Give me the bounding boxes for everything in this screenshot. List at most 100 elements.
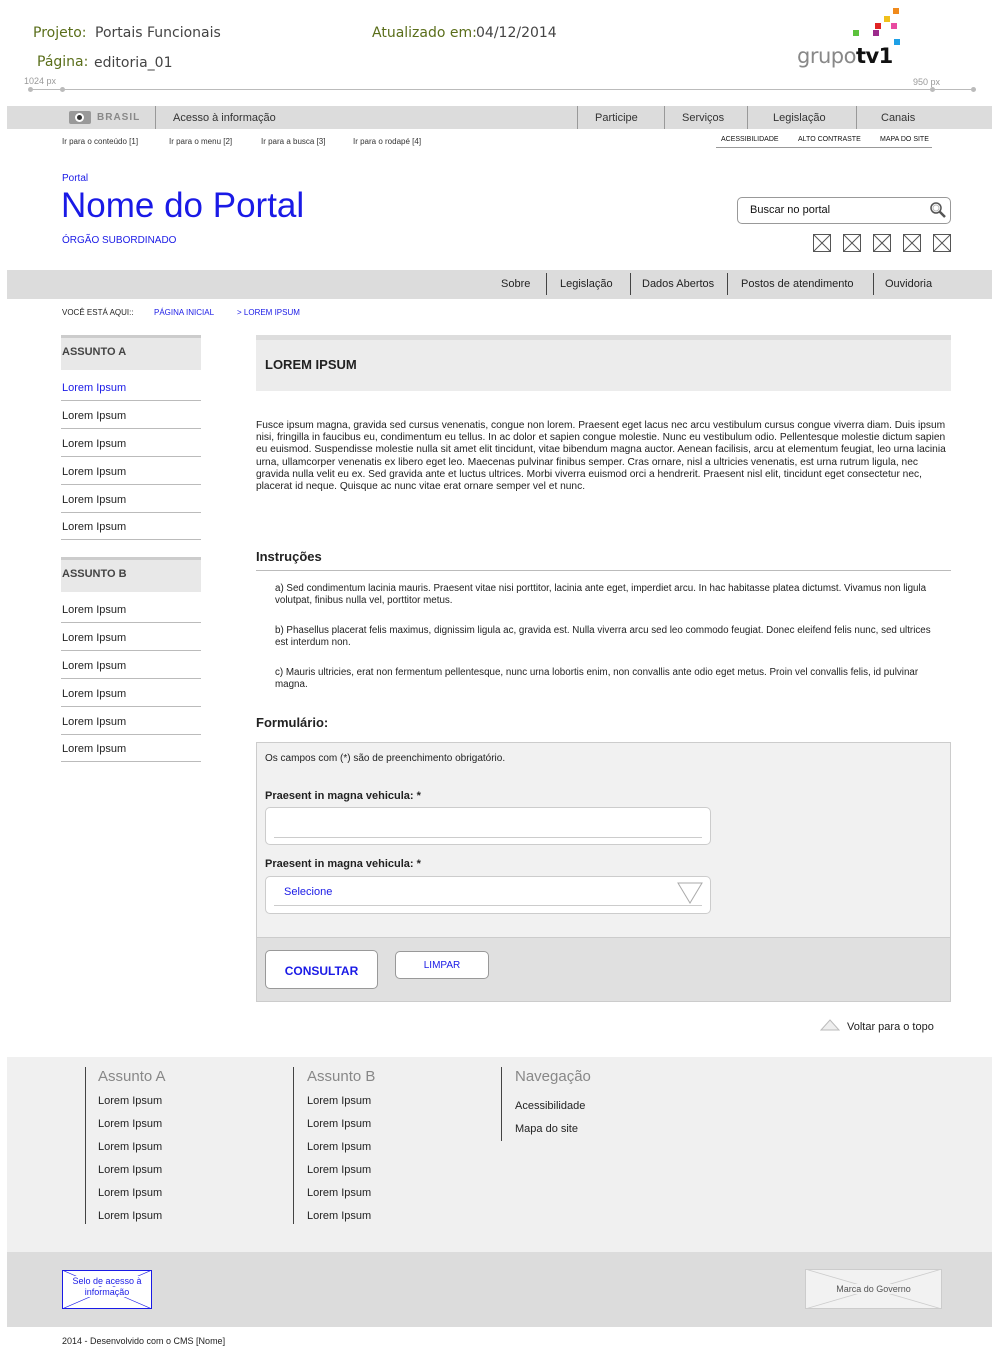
- content-paragraph: Fusce ipsum magna, gravida sed cursus ve…: [256, 420, 946, 493]
- ruler: [30, 89, 976, 90]
- skip-to-search[interactable]: Ir para a busca [3]: [261, 137, 325, 146]
- field-underline: [274, 837, 702, 838]
- triangle-up-icon[interactable]: [820, 1019, 840, 1031]
- footer-link[interactable]: Lorem Ipsum: [307, 1210, 371, 1222]
- sidebar-item[interactable]: Lorem Ipsum: [62, 632, 126, 644]
- menu-item-sobre[interactable]: Sobre: [501, 278, 530, 290]
- divider: [856, 106, 857, 129]
- sidebar-item[interactable]: Lorem Ipsum: [62, 521, 126, 533]
- footer-link-accessibility[interactable]: Acessibilidade: [515, 1100, 585, 1112]
- menu-item-dados-abertos[interactable]: Dados Abertos: [642, 278, 714, 290]
- updated-label: Atualizado em:: [372, 25, 477, 41]
- brasil-flag-icon: [69, 111, 91, 124]
- footer-link-sitemap[interactable]: Mapa do site: [515, 1123, 578, 1135]
- sidebar-item[interactable]: Lorem Ipsum: [62, 716, 126, 728]
- social-icon[interactable]: [843, 234, 861, 252]
- divider: [61, 622, 201, 623]
- divider: [61, 400, 201, 401]
- content-header: [256, 335, 951, 391]
- portal-label: Portal: [62, 173, 89, 184]
- social-icon[interactable]: [873, 234, 891, 252]
- footer-link[interactable]: Lorem Ipsum: [98, 1141, 162, 1153]
- portal-subtitle: ÓRGÃO SUBORDINADO: [62, 235, 177, 246]
- menu-item-legislacao[interactable]: Legislação: [560, 278, 613, 290]
- sidebar-item[interactable]: Lorem Ipsum: [62, 660, 126, 672]
- sidebar-item[interactable]: Lorem Ipsum: [62, 466, 126, 478]
- breadcrumb-home[interactable]: PÁGINA INICIAL: [154, 308, 214, 317]
- project-name: Portais Funcionais: [95, 25, 221, 41]
- divider: [630, 273, 631, 295]
- skip-to-content[interactable]: Ir para o conteúdo [1]: [62, 137, 138, 146]
- divider: [664, 106, 665, 129]
- footer-link[interactable]: Lorem Ipsum: [307, 1187, 371, 1199]
- sitemap-link[interactable]: MAPA DO SITE: [880, 136, 929, 143]
- divider: [61, 484, 201, 485]
- menu-item-ouvidoria[interactable]: Ouvidoria: [885, 278, 932, 290]
- ruler-dot: [28, 87, 33, 92]
- sidebar-item[interactable]: Lorem Ipsum: [62, 494, 126, 506]
- field2-label: Praesent in magna vehicula: *: [265, 858, 421, 870]
- footer-link[interactable]: Lorem Ipsum: [307, 1141, 371, 1153]
- gov-nav-canais[interactable]: Canais: [881, 112, 915, 124]
- divider: [747, 106, 748, 129]
- footer-link[interactable]: Lorem Ipsum: [98, 1210, 162, 1222]
- footer-link[interactable]: Lorem Ipsum: [98, 1187, 162, 1199]
- divider: [61, 539, 201, 540]
- gov-nav-servicos[interactable]: Serviços: [682, 112, 724, 124]
- divider: [155, 106, 156, 129]
- ruler-dot: [971, 87, 976, 92]
- sidebar-item[interactable]: Lorem Ipsum: [62, 438, 126, 450]
- form-title: Formulário:: [256, 715, 329, 730]
- gov-nav-participe[interactable]: Participe: [595, 112, 638, 124]
- divider: [256, 570, 951, 571]
- divider: [293, 1067, 294, 1224]
- government-mark-label: Marca do Governo: [805, 1284, 942, 1294]
- submit-button[interactable]: CONSULTAR: [265, 950, 378, 989]
- social-icon[interactable]: [933, 234, 951, 252]
- footer-col-a-title: Assunto A: [98, 1068, 166, 1085]
- divider: [501, 1067, 502, 1141]
- breadcrumb-current: > LOREM IPSUM: [237, 308, 300, 317]
- clear-button[interactable]: LIMPAR: [395, 951, 489, 979]
- chevron-down-icon[interactable]: [677, 882, 703, 904]
- sidebar-item[interactable]: Lorem Ipsum: [62, 743, 126, 755]
- footer-link[interactable]: Lorem Ipsum: [307, 1118, 371, 1130]
- skip-to-menu[interactable]: Ir para o menu [2]: [169, 137, 232, 146]
- footer-link[interactable]: Lorem Ipsum: [307, 1164, 371, 1176]
- ruler-dot: [930, 87, 935, 92]
- sidebar-section-a-title: ASSUNTO A: [62, 346, 127, 358]
- gov-nav-legislacao[interactable]: Legislação: [773, 112, 826, 124]
- footer-link[interactable]: Lorem Ipsum: [98, 1164, 162, 1176]
- sidebar-item[interactable]: Lorem Ipsum: [62, 688, 126, 700]
- sidebar-item[interactable]: Lorem Ipsum: [62, 410, 126, 422]
- skip-to-footer[interactable]: Ir para o rodapé [4]: [353, 137, 421, 146]
- menu-item-postos[interactable]: Postos de atendimento: [741, 278, 854, 290]
- divider: [873, 273, 874, 295]
- brasil-link[interactable]: BRASIL: [69, 106, 155, 129]
- ruler-right-label: 950 px: [913, 77, 941, 87]
- high-contrast-link[interactable]: ALTO CONTRASTE: [798, 136, 861, 143]
- text-field[interactable]: [265, 807, 711, 845]
- search-icon[interactable]: [929, 201, 947, 219]
- instruction-item: b) Phasellus placerat felis maximus, dig…: [275, 625, 931, 648]
- back-to-top-link[interactable]: Voltar para o topo: [847, 1021, 934, 1033]
- instruction-item: c) Mauris ultricies, erat non fermentum …: [275, 667, 919, 690]
- copyright: 2014 - Desenvolvido com o CMS [Nome]: [62, 1336, 226, 1346]
- ruler-left-label: 1024 px: [24, 76, 57, 86]
- social-icon[interactable]: [903, 234, 921, 252]
- sidebar-item[interactable]: Lorem Ipsum: [62, 604, 126, 616]
- ruler-dot: [60, 87, 65, 92]
- footer-link[interactable]: Lorem Ipsum: [98, 1095, 162, 1107]
- divider: [727, 273, 728, 295]
- form-required-note: Os campos com (*) são de preenchimento o…: [265, 753, 506, 764]
- footer-link[interactable]: Lorem Ipsum: [98, 1118, 162, 1130]
- page-title[interactable]: Nome do Portal: [61, 186, 304, 226]
- social-icon[interactable]: [813, 234, 831, 252]
- brasil-label: BRASIL: [97, 112, 141, 123]
- sidebar-item[interactable]: Lorem Ipsum: [62, 382, 126, 394]
- footer-link[interactable]: Lorem Ipsum: [307, 1095, 371, 1107]
- updated-date: 04/12/2014: [476, 25, 557, 41]
- access-info-link[interactable]: Acesso à informação: [173, 112, 276, 124]
- divider: [61, 734, 201, 735]
- accessibility-link[interactable]: ACESSIBILIDADE: [721, 136, 779, 143]
